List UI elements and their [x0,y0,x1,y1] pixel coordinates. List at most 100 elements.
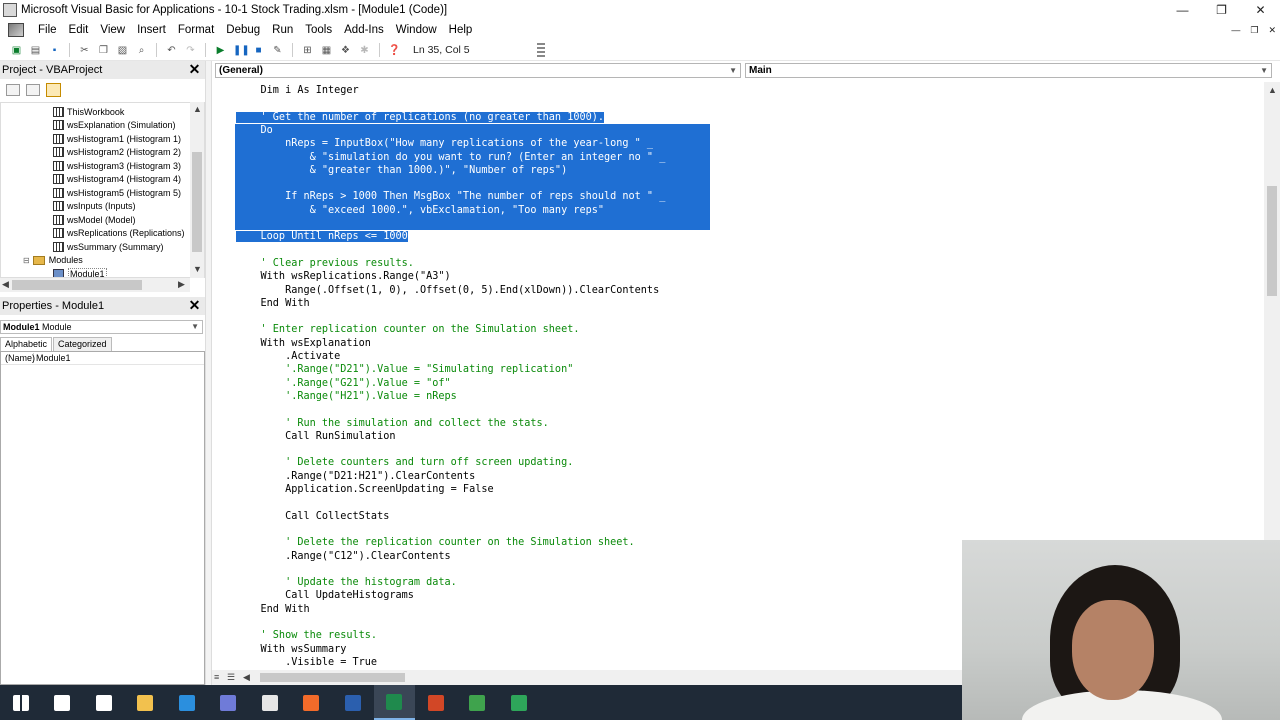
tree-item-wsmodel[interactable]: wsModel (Model) [53,213,136,226]
properties-close-icon[interactable]: ✕ [187,298,202,313]
code-hscroll-thumb[interactable] [260,673,405,682]
code-line[interactable]: ' Enter replication counter on the Simul… [236,323,580,336]
menu-help[interactable]: Help [443,24,479,36]
copy-icon[interactable]: ❐ [97,44,110,57]
tree-item-wshistogram4[interactable]: wsHistogram4 (Histogram 4) [53,173,181,186]
taskbar-discord-button[interactable] [208,685,250,720]
help-icon[interactable]: ❓ [388,44,401,57]
chevron-down-icon[interactable]: ▼ [191,321,199,333]
tree-item-wshistogram5[interactable]: wsHistogram5 (Histogram 5) [53,186,181,199]
close-button[interactable]: ✕ [1241,0,1280,20]
insert-module-icon[interactable]: ▤ [29,44,42,57]
object-browser-icon[interactable]: ❖ [339,44,352,57]
mdi-restore-button[interactable]: ❐ [1250,20,1258,40]
scroll-left-icon[interactable]: ◀ [243,672,250,683]
taskbar-excel-alt-button[interactable] [498,685,540,720]
paste-icon[interactable]: ▧ [116,44,129,57]
properties-object-select[interactable]: Module1 Module ▼ [0,320,203,334]
code-line[interactable]: Call UpdateHistograms [236,589,414,602]
mdi-close-button[interactable]: ✕ [1268,20,1276,40]
tab-alphabetic[interactable]: Alphabetic [0,337,53,351]
code-line[interactable]: End With [236,297,310,310]
cut-icon[interactable]: ✂ [78,44,91,57]
procedure-view-icon[interactable]: ≡ [214,672,219,682]
property-row[interactable]: (Name) Module1 [1,352,204,365]
code-line[interactable]: ' Run the simulation and collect the sta… [236,417,549,430]
panel-splitter[interactable] [205,61,212,685]
tree-item-wshistogram2[interactable]: wsHistogram2 (Histogram 2) [53,146,181,159]
tree-hscroll-thumb[interactable] [12,280,142,290]
menu-add-ins[interactable]: Add-Ins [338,24,390,36]
taskbar-powerpoint-button[interactable] [415,685,457,720]
code-line[interactable]: With wsSummary [236,643,347,656]
properties-window-icon[interactable]: ▦ [320,44,333,57]
code-line[interactable]: .Range("D21:H21").ClearContents [236,470,475,483]
reset-icon[interactable]: ■ [252,44,265,57]
code-line[interactable]: .Range("C12").ClearContents [236,550,451,563]
object-combo[interactable]: (General) ▼ [215,63,741,78]
taskbar-start-button[interactable] [0,685,42,720]
save-icon[interactable]: ▪ [48,44,61,57]
tree-item-wshistogram1[interactable]: wsHistogram1 (Histogram 1) [53,132,181,145]
view-code-icon[interactable] [6,84,20,96]
taskbar-chrome-button[interactable] [457,685,499,720]
code-line[interactable]: ' Update the histogram data. [236,576,457,589]
minimize-button[interactable]: — [1163,0,1202,20]
code-line[interactable]: With wsExplanation [236,337,371,350]
code-line[interactable]: Loop Until nReps <= 1000 [236,230,408,243]
taskbar-excel-button[interactable] [373,685,415,720]
module-view-icon[interactable]: ☰ [227,672,235,683]
code-line[interactable]: '.Range("D21").Value = "Simulating repli… [236,363,573,376]
menu-insert[interactable]: Insert [131,24,172,36]
code-line[interactable]: ' Clear previous results. [236,257,414,270]
code-line[interactable]: ' Delete the replication counter on the … [236,536,635,549]
code-line[interactable]: & "simulation do you want to run? (Enter… [236,151,666,164]
tree-item-wshistogram3[interactable]: wsHistogram3 (Histogram 3) [53,159,181,172]
undo-icon[interactable]: ↶ [165,44,178,57]
menu-view[interactable]: View [94,24,131,36]
menu-tools[interactable]: Tools [299,24,338,36]
tree-vertical-scrollbar[interactable]: ▲ ▼ [190,102,204,278]
menu-window[interactable]: Window [390,24,443,36]
code-line[interactable]: nReps = InputBox("How many replications … [236,137,654,150]
property-value[interactable]: Module1 [34,353,71,363]
code-line[interactable]: '.Range("G21").Value = "of" [236,377,451,390]
code-line[interactable]: .Activate [236,350,340,363]
code-line[interactable]: Do [236,124,273,137]
code-line[interactable]: ' Show the results. [236,629,378,642]
code-line[interactable]: & "greater than 1000.)", "Number of reps… [236,164,568,177]
code-line[interactable]: Call RunSimulation [236,430,395,443]
break-icon[interactable]: ❚❚ [233,44,250,57]
chevron-down-icon[interactable]: ▼ [729,64,737,77]
code-line[interactable]: With wsReplications.Range("A3") [236,270,451,283]
code-line[interactable]: '.Range("H21").Value = nReps [236,390,457,403]
tree-item-modules[interactable]: ⊟ Modules [23,254,83,267]
design-mode-icon[interactable]: ✎ [271,44,284,57]
menu-edit[interactable]: Edit [63,24,95,36]
scroll-left-icon[interactable]: ◀ [2,279,9,290]
taskbar-task-view-button[interactable] [42,685,84,720]
taskbar-edge-button[interactable] [166,685,208,720]
taskbar-file-explorer-button[interactable] [125,685,167,720]
code-line[interactable]: Call CollectStats [236,510,389,523]
menu-file[interactable]: File [32,24,63,36]
tree-item-wsexplanation[interactable]: wsExplanation (Simulation) [53,119,176,132]
tree-item-wsreplications[interactable]: wsReplications (Replications) [53,227,185,240]
mdi-minimize-button[interactable]: — [1231,20,1240,40]
code-vscroll-thumb[interactable] [1267,186,1277,296]
run-icon[interactable]: ▶ [214,44,227,57]
redo-icon[interactable]: ↷ [184,44,197,57]
menu-run[interactable]: Run [266,24,299,36]
code-line[interactable]: Range(.Offset(1, 0), .Offset(0, 5).End(x… [236,284,659,297]
code-line[interactable]: ' Get the number of replications (no gre… [236,111,605,124]
find-icon[interactable]: ⌕ [135,44,148,57]
code-line[interactable]: & "exceed 1000.", vbExclamation, "Too ma… [236,204,605,217]
taskbar-word-button[interactable] [332,685,374,720]
taskbar-firefox-button[interactable] [291,685,333,720]
tree-item-wsinputs[interactable]: wsInputs (Inputs) [53,200,136,213]
scroll-down-icon[interactable]: ▼ [193,264,202,274]
tree-item-wssummary[interactable]: wsSummary (Summary) [53,240,164,253]
restore-button[interactable]: ❐ [1202,0,1241,20]
tree-vscroll-thumb[interactable] [192,152,202,252]
code-line[interactable]: ' Delete counters and turn off screen up… [236,456,573,469]
